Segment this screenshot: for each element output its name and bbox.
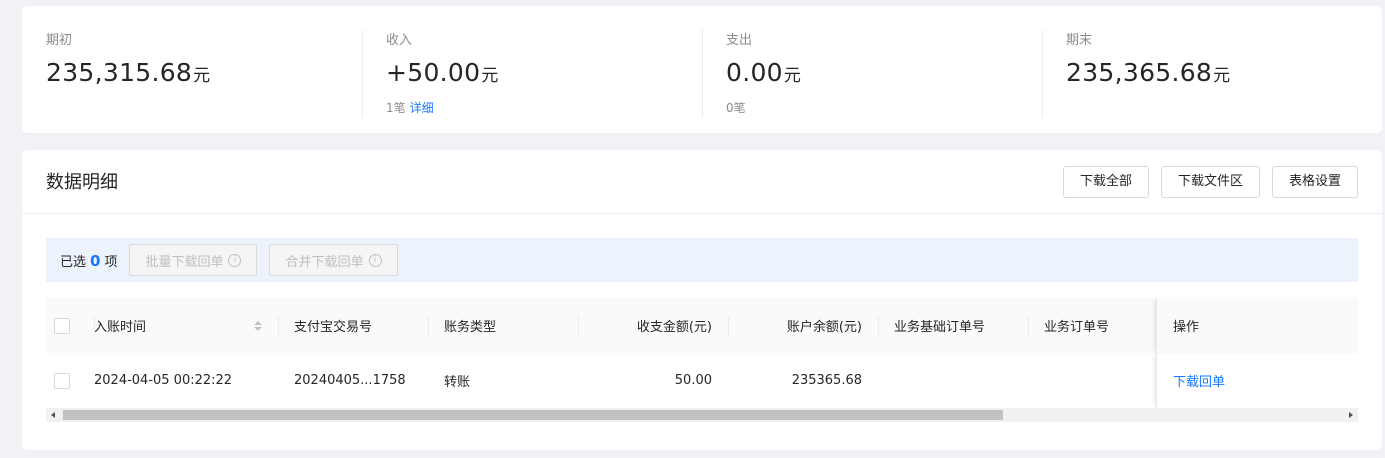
- header-amount: 收支金额(元): [578, 298, 728, 353]
- transactions-table: 入账时间 支付宝交易号 账务类型 收支金额(元) 账户余额(元) 业务基础订单号…: [46, 298, 1358, 408]
- table-settings-button[interactable]: 表格设置: [1271, 166, 1358, 198]
- stat-unit: 元: [481, 66, 499, 86]
- stat-number: 0.00: [726, 58, 783, 87]
- select-all-checkbox[interactable]: [54, 317, 70, 334]
- stat-sub: 0笔: [726, 99, 1042, 117]
- income-count: 1笔: [386, 101, 406, 115]
- batch-download-label: 批量下载回单: [145, 254, 224, 270]
- header-op: 操作: [1156, 298, 1358, 353]
- info-icon: i: [368, 253, 382, 267]
- header-balance: 账户余额(元): [728, 298, 878, 353]
- stat-value: 0.00元: [726, 58, 1042, 88]
- stat-number: 235,365.68: [1066, 58, 1213, 87]
- header-base-order: 业务基础订单号: [878, 298, 1028, 353]
- sort-icon[interactable]: [254, 321, 262, 331]
- row-checkbox[interactable]: [54, 372, 70, 389]
- cell-base-order: [878, 353, 1028, 408]
- stat-unit: 元: [783, 66, 801, 86]
- stat-unit: 元: [1213, 66, 1231, 86]
- stat-unit: 元: [193, 66, 211, 86]
- cell-balance: 235365.68: [791, 373, 862, 388]
- detail-header: 数据明细 下载全部 下载文件区 表格设置: [22, 150, 1382, 214]
- scroll-right-arrow-icon[interactable]: [1349, 412, 1353, 418]
- header-time-label: 入账时间: [94, 320, 147, 335]
- summary-card: 期初 235,315.68元 收入 +50.00元 1笔 详细 支出 0.00元 …: [22, 6, 1382, 133]
- detail-title: 数据明细: [46, 172, 118, 193]
- scrollbar-thumb[interactable]: [63, 410, 1003, 420]
- stat-sub: 1笔 详细: [386, 99, 702, 117]
- stat-label: 支出: [726, 33, 753, 48]
- horizontal-scrollbar[interactable]: [46, 408, 1358, 422]
- merge-download-label: 合并下载回单: [285, 254, 364, 270]
- stat-value: +50.00元: [386, 58, 702, 88]
- stat-value: 235,365.68元: [1066, 58, 1382, 88]
- cell-trade-no: 20240405...1758: [294, 373, 406, 388]
- stat-income: 收入 +50.00元 1笔 详细: [362, 6, 702, 133]
- cell-order: [1028, 353, 1156, 408]
- row-checkbox-cell: [46, 353, 94, 408]
- download-area-button[interactable]: 下载文件区: [1160, 166, 1260, 198]
- stat-label: 期初: [46, 33, 73, 48]
- stat-opening: 期初 235,315.68元: [22, 6, 362, 133]
- scroll-left-arrow-icon[interactable]: [51, 412, 55, 418]
- cell-amount: 50.00: [674, 373, 712, 388]
- income-detail-link[interactable]: 详细: [410, 101, 434, 115]
- selection-count: 0: [90, 251, 101, 270]
- selection-prefix: 已选: [60, 254, 87, 270]
- stat-label: 收入: [386, 33, 413, 48]
- download-all-button[interactable]: 下载全部: [1062, 166, 1149, 198]
- selection-text: 已选 0 项: [60, 251, 117, 270]
- header-order: 业务订单号: [1028, 298, 1156, 353]
- stat-number: 235,315.68: [46, 58, 193, 87]
- detail-card: 数据明细 下载全部 下载文件区 表格设置 已选 0 项 批量下载回单 i 合并下载回…: [22, 150, 1382, 450]
- stat-closing: 期末 235,365.68元: [1042, 6, 1382, 133]
- header-time[interactable]: 入账时间: [94, 298, 278, 353]
- table-header-row: 入账时间 支付宝交易号 账务类型 收支金额(元) 账户余额(元) 业务基础订单号…: [46, 298, 1358, 353]
- merge-download-button[interactable]: 合并下载回单 i: [269, 244, 398, 276]
- cell-op: 下载回单: [1156, 353, 1358, 408]
- stat-value: 235,315.68元: [46, 58, 362, 88]
- header-checkbox-cell: [46, 298, 94, 353]
- batch-download-button[interactable]: 批量下载回单 i: [129, 244, 258, 276]
- cell-time: 2024-04-05 00:22:22: [94, 373, 233, 388]
- download-receipt-link[interactable]: 下载回单: [1173, 371, 1225, 390]
- info-icon: i: [228, 253, 242, 267]
- header-trade-no: 支付宝交易号: [278, 298, 428, 353]
- selection-bar: 已选 0 项 批量下载回单 i 合并下载回单 i: [46, 238, 1358, 282]
- stat-label: 期末: [1066, 33, 1093, 48]
- expense-count: 0笔: [726, 101, 746, 115]
- stat-expense: 支出 0.00元 0笔: [702, 6, 1042, 133]
- header-type: 账务类型: [428, 298, 578, 353]
- selection-suffix: 项: [104, 254, 118, 270]
- cell-type: 转账: [444, 375, 471, 390]
- stat-number: +50.00: [386, 58, 481, 87]
- table-row: 2024-04-05 00:22:22 20240405...1758 转账 5…: [46, 353, 1358, 408]
- header-actions: 下载全部 下载文件区 表格设置: [1062, 166, 1358, 198]
